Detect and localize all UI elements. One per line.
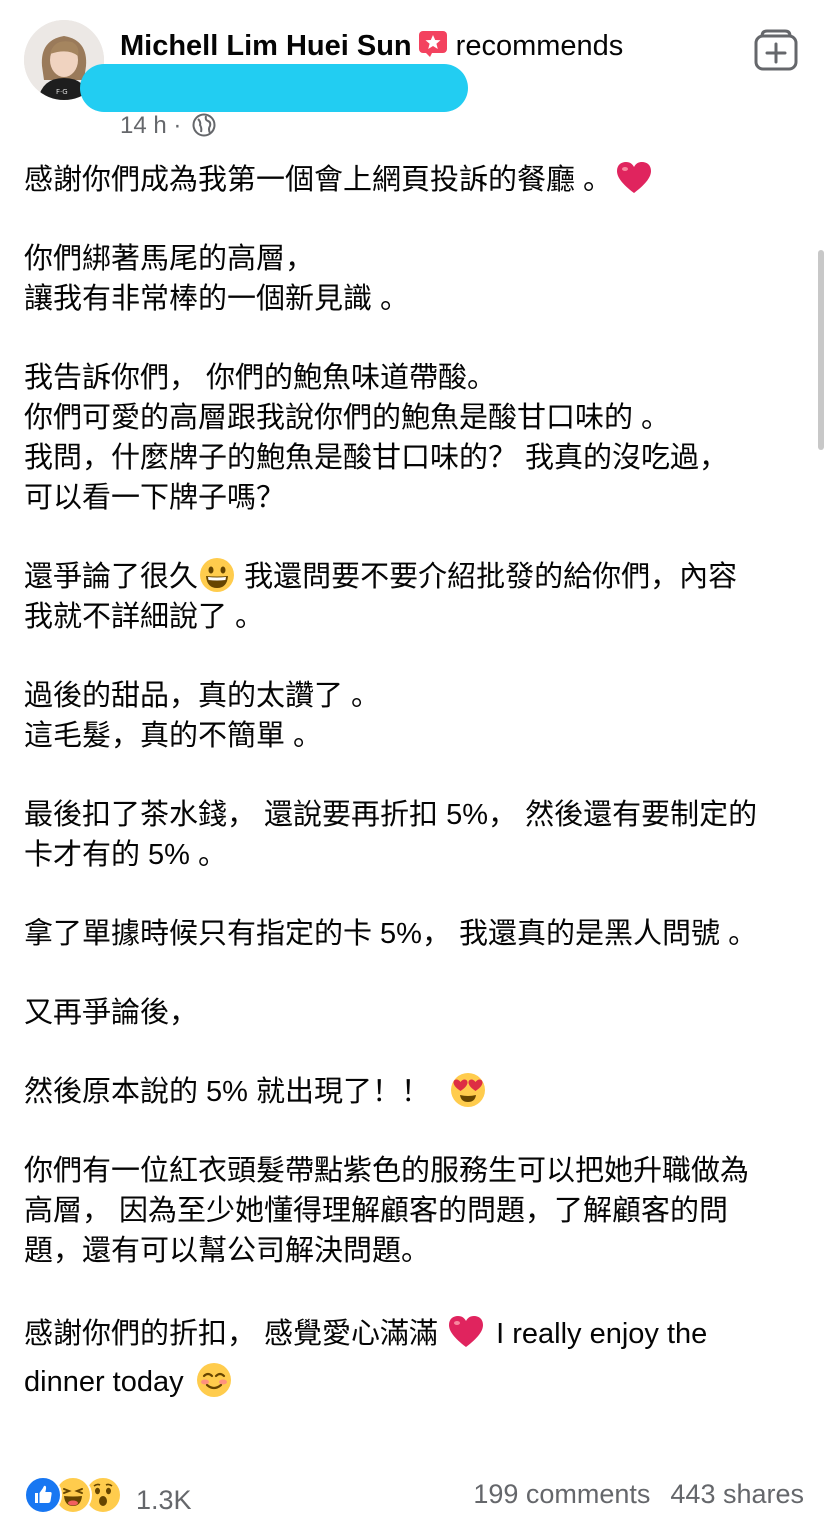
- paragraph: 拿了單據時候只有指定的卡 5%， 我還真的是黑人問號 。: [24, 918, 758, 950]
- paragraph: 又再爭論後，: [24, 997, 199, 1029]
- recommends-label: recommends: [455, 30, 624, 62]
- globe-icon: [192, 113, 216, 137]
- author-name[interactable]: Michell Lim Huei Sun: [120, 30, 412, 62]
- comments-count-link[interactable]: 199 comments: [473, 1479, 650, 1509]
- post-meta: 14 h ·: [120, 110, 216, 142]
- paragraph: 你們綁著馬尾的高層， 讓我有非常棒的一個新見識 。: [24, 243, 410, 315]
- paragraph: 你們有一位紅衣頭髮帶點紫色的服務生可以把她升職做為 高層， 因為至少她懂得理解顧…: [24, 1155, 750, 1267]
- like-icon: [24, 1476, 62, 1514]
- paragraph: 最後扣了茶水錢， 還說要再折扣 5%， 然後還有要制定的 卡才有的 5% 。: [24, 799, 758, 871]
- heart-icon: [616, 160, 652, 196]
- engagement-counts: 199 comments 443 shares: [473, 1470, 804, 1518]
- scrollbar[interactable]: [818, 250, 824, 450]
- shares-count-link[interactable]: 443 shares: [670, 1479, 804, 1509]
- save-icon: [754, 29, 798, 71]
- reaction-count: 1.3K: [136, 1485, 192, 1515]
- post-footer: 1.3K 199 comments 443 shares: [24, 1470, 804, 1518]
- smiling-face-icon: [196, 1362, 232, 1398]
- grinning-face-icon: [199, 557, 235, 593]
- paragraph: 過後的甜品，真的太讚了 。 這毛髮，真的不簡單 。: [24, 680, 381, 752]
- paragraph: 然後原本說的 5% 就出現了！！: [24, 1072, 814, 1112]
- heart-icon: [448, 1314, 484, 1350]
- post-time[interactable]: 14 h ·: [120, 112, 181, 139]
- post-header: Michell Lim Huei Sun recommends: [120, 26, 623, 66]
- paragraph: 感謝你們成為我第一個會上網頁投訴的餐廳 。: [24, 160, 814, 200]
- redacted-page-name: [80, 64, 468, 112]
- svg-text:F·G: F·G: [56, 88, 68, 96]
- heart-eyes-icon: [450, 1072, 486, 1108]
- save-post-button[interactable]: [754, 28, 798, 72]
- star-badge-icon: [418, 29, 448, 57]
- paragraph: 感謝你們的折扣， 感覺愛心滿滿 I really enjoy the dinne…: [24, 1310, 814, 1406]
- post-body: 感謝你們成為我第一個會上網頁投訴的餐廳 。 你們綁著馬尾的高層， 讓我有非常棒的…: [24, 160, 814, 1445]
- paragraph: 我告訴你們， 你們的鮑魚味道帶酸。 你們可愛的高層跟我說你們的鮑魚是酸甘口味的 …: [24, 362, 729, 514]
- paragraph: 還爭論了很久 我還問要不要介紹批發的給你們，內容 我就不詳細說了 。: [24, 557, 814, 637]
